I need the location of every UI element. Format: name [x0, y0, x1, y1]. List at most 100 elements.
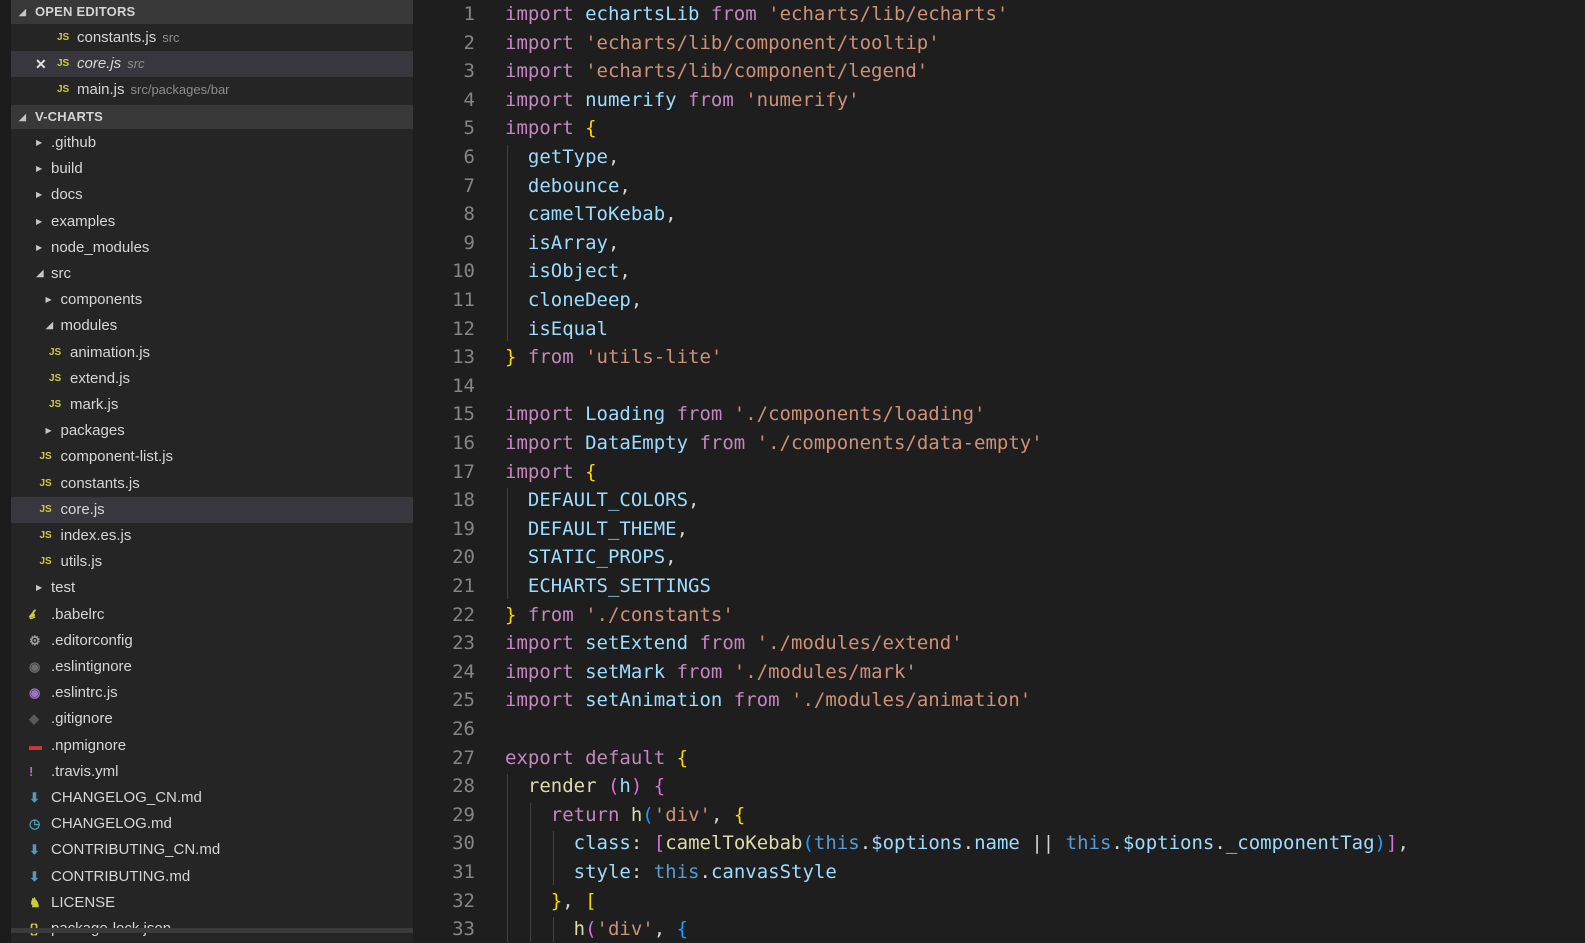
code-line[interactable]: h('div', {	[505, 915, 688, 943]
tree-item[interactable]: JS utils.js	[11, 549, 413, 575]
chevron-down-icon[interactable]: ◢	[36, 261, 44, 287]
chevron-right-icon[interactable]: ▶	[46, 287, 52, 313]
open-editor-item[interactable]: ✕ JS core.js src	[11, 51, 413, 77]
tree-item[interactable]: JS core.js	[11, 496, 413, 523]
code-token: './modules/extend'	[756, 632, 963, 655]
tree-item[interactable]: JS animation.js	[11, 340, 413, 366]
line-number: 6	[463, 146, 475, 168]
chevron-right-icon[interactable]: ▶	[36, 209, 42, 235]
code-line[interactable]: import echartsLib from 'echarts/lib/echa…	[505, 0, 1008, 29]
code-line[interactable]: camelToKebab,	[505, 200, 677, 229]
chevron-right-icon[interactable]: ▶	[36, 575, 42, 601]
chevron-down-icon[interactable]: ◢	[46, 313, 54, 339]
code-line[interactable]: isEqual	[505, 315, 608, 344]
tree-item[interactable]: ◉ .eslintignore	[11, 654, 413, 680]
license-icon: ♞	[29, 894, 41, 910]
tree-item[interactable]: ◆ .gitignore	[11, 706, 413, 732]
code-line[interactable]: import setExtend from './modules/extend'	[505, 629, 963, 658]
code-line[interactable]: } from './constants'	[505, 601, 734, 630]
tree-item[interactable]: ◷ CHANGELOG.md	[11, 811, 413, 837]
code-line[interactable]: import numerify from 'numerify'	[505, 86, 860, 115]
tree-item-label: CHANGELOG.md	[51, 815, 172, 833]
code-line[interactable]: style: this.canvasStyle	[505, 858, 837, 887]
code-line[interactable]: export default {	[505, 744, 688, 773]
tree-item[interactable]: JS extend.js	[11, 366, 413, 392]
js-file-icon: JS	[49, 346, 62, 358]
tree-item[interactable]: JS component-list.js	[11, 444, 413, 470]
code-line[interactable]: isObject,	[505, 257, 631, 286]
sidebar-scrollbar[interactable]	[11, 928, 413, 933]
code-line[interactable]: DEFAULT_THEME,	[505, 515, 688, 544]
code-line[interactable]: DEFAULT_COLORS,	[505, 486, 700, 515]
tree-item[interactable]: ▶ docs	[11, 182, 413, 208]
code-line[interactable]: STATIC_PROPS,	[505, 543, 677, 572]
code-line[interactable]: ECHARTS_SETTINGS	[505, 572, 711, 601]
tree-item[interactable]: ▶ examples	[11, 209, 413, 235]
code-line[interactable]: isArray,	[505, 229, 620, 258]
tree-item[interactable]: ▶ node_modules	[11, 235, 413, 261]
line-number: 10	[452, 260, 475, 283]
code-line[interactable]: cloneDeep,	[505, 286, 642, 315]
indent-guide	[507, 774, 508, 942]
tree-item-label: CONTRIBUTING_CN.md	[51, 841, 221, 859]
code-line[interactable]: import setMark from './modules/mark'	[505, 658, 917, 687]
tree-item-label: extend.js	[70, 369, 131, 387]
code-line[interactable]: import 'echarts/lib/component/legend'	[505, 57, 928, 86]
tree-item[interactable]: ▶ packages	[11, 418, 413, 444]
tree-item[interactable]: ◉ .eslintrc.js	[11, 680, 413, 706]
open-editors-header[interactable]: ◢ OPEN EDITORS	[11, 0, 413, 24]
js-file-icon: JS	[39, 477, 52, 489]
code-line[interactable]: import 'echarts/lib/component/tooltip'	[505, 29, 940, 58]
tree-item[interactable]: JS index.es.js	[11, 523, 413, 549]
chevron-right-icon[interactable]: ▶	[46, 418, 52, 444]
code-line[interactable]: return h('div', {	[505, 801, 746, 830]
code-token: $options	[1122, 832, 1215, 855]
tree-item[interactable]: ⬇ CHANGELOG_CN.md	[11, 785, 413, 811]
tree-item[interactable]: ▶ .github	[11, 130, 413, 156]
code-token: (	[642, 803, 654, 826]
code-token: './modules/mark'	[733, 660, 917, 683]
open-editor-item[interactable]: JS constants.js src	[11, 25, 413, 51]
code-line[interactable]: getType,	[505, 143, 620, 172]
chevron-right-icon[interactable]: ▶	[36, 130, 42, 156]
code-line[interactable]: import {	[505, 458, 597, 487]
tree-item[interactable]: ◢ src	[11, 261, 413, 287]
chevron-right-icon[interactable]: ▶	[36, 235, 42, 261]
code-token: isObject	[527, 260, 620, 283]
exclamation-icon: !	[29, 763, 34, 779]
tree-item[interactable]: ⬇ CONTRIBUTING.md	[11, 864, 413, 890]
code-line[interactable]: debounce,	[505, 172, 631, 201]
code-token: style	[573, 861, 631, 883]
tree-item[interactable]: ▶ test	[11, 575, 413, 601]
tree-item[interactable]: ▬ .npmignore	[11, 733, 413, 759]
code-token: DEFAULT_COLORS	[527, 489, 689, 512]
code-line[interactable]: import DataEmpty from './components/data…	[505, 429, 1043, 458]
project-header[interactable]: ◢ V-CHARTS	[11, 105, 413, 129]
code-line[interactable]: render (h) {	[505, 772, 665, 801]
tree-item[interactable]: ⚙ .editorconfig	[11, 628, 413, 654]
close-icon[interactable]: ✕	[35, 51, 47, 77]
tree-item[interactable]: ! .travis.yml	[11, 759, 413, 785]
line-number: 24	[452, 660, 475, 683]
tree-item[interactable]: JS constants.js	[11, 471, 413, 497]
chevron-right-icon[interactable]: ▶	[36, 182, 42, 208]
code-line[interactable]: } from 'utils-lite'	[505, 343, 722, 372]
code-line[interactable]: class: [camelToKebab(this.$options.name …	[505, 829, 1409, 858]
tree-item[interactable]: ◢ modules	[11, 313, 413, 339]
chevron-right-icon[interactable]: ▶	[36, 156, 42, 182]
tree-item[interactable]: ▶ components	[11, 287, 413, 313]
code-line[interactable]: import setAnimation from './modules/anim…	[505, 686, 1031, 715]
tree-item[interactable]: ⬇ CONTRIBUTING_CN.md	[11, 837, 413, 863]
code-line[interactable]: import Loading from './components/loadin…	[505, 400, 985, 429]
code-token: from	[710, 3, 769, 25]
code-token: DEFAULT_THEME	[527, 517, 677, 540]
tree-item[interactable]: 𝓫 .babelrc	[11, 602, 413, 628]
code-editor[interactable]: 1 import echartsLib from 'echarts/lib/ech…	[413, 0, 1585, 943]
code-line[interactable]: }, [	[505, 887, 597, 916]
tree-item[interactable]: ♞ LICENSE	[11, 890, 413, 916]
tree-item[interactable]: ▶ build	[11, 156, 413, 182]
code-line[interactable]: import {	[505, 114, 597, 143]
tree-item[interactable]: JS mark.js	[11, 392, 413, 418]
open-editor-item[interactable]: JS main.js src/packages/bar	[11, 77, 413, 103]
